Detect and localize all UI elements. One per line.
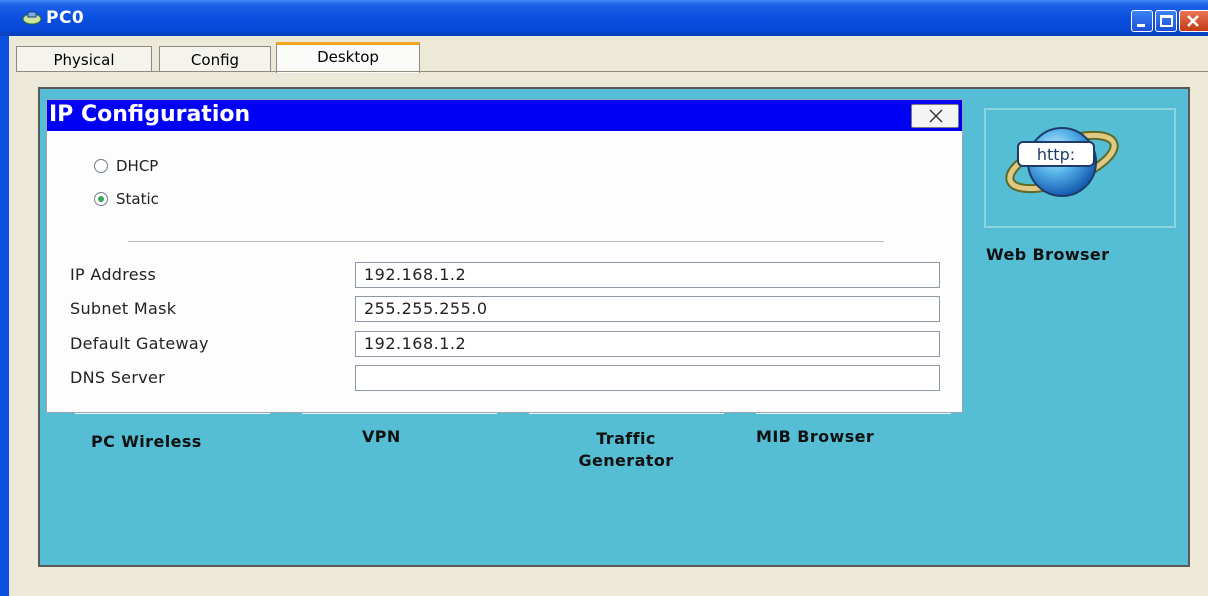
static-label[interactable]: Static [116,190,159,208]
dhcp-radio[interactable] [94,159,108,173]
default-gateway-label: Default Gateway [70,334,209,353]
dialog-close-button[interactable] [911,104,959,128]
traffic-generator-label-line1: Traffic [596,429,656,448]
ip-address-field[interactable]: 192.168.1.2 [355,262,940,288]
pc-wireless-label[interactable]: PC Wireless [91,431,202,453]
close-icon [929,109,943,123]
dhcp-label[interactable]: DHCP [116,157,158,175]
tab-physical[interactable]: Physical [16,46,152,72]
close-window-button[interactable] [1179,10,1208,32]
maximize-button[interactable] [1155,10,1177,32]
window-titlebar[interactable]: PC0 [0,0,1208,36]
close-icon [1187,15,1199,27]
static-radio[interactable] [94,192,108,206]
mib-browser-label[interactable]: MIB Browser [756,426,874,448]
window-left-border [0,36,12,596]
tab-bar: Physical Config Desktop [16,42,1208,73]
dns-server-label: DNS Server [70,368,165,387]
minimize-icon [1137,24,1145,27]
dialog-title: IP Configuration [49,102,251,127]
window-title: PC0 [46,8,85,28]
maximize-icon [1160,15,1173,27]
minimize-button[interactable] [1131,10,1153,32]
vpn-label[interactable]: VPN [362,426,401,448]
tab-desktop[interactable]: Desktop [276,42,420,73]
tab-divider [16,71,1208,72]
default-gateway-field[interactable]: 192.168.1.2 [355,331,940,357]
dialog-separator [128,241,884,242]
dns-server-field[interactable] [355,365,940,391]
web-browser-label[interactable]: Web Browser [986,245,1109,264]
traffic-generator-label-line2: Generator [578,451,674,470]
dialog-titlebar[interactable]: IP Configuration [47,100,962,131]
traffic-generator-label[interactable]: Traffic Generator [558,428,694,472]
web-browser-icon: http: [1005,127,1119,197]
pc-app-icon [22,11,42,25]
subnet-mask-label: Subnet Mask [70,299,177,318]
tab-config[interactable]: Config [159,46,271,72]
subnet-mask-field[interactable]: 255.255.255.0 [355,296,940,322]
web-browser-icon-text: http: [1037,145,1075,164]
ip-address-label: IP Address [70,265,157,284]
